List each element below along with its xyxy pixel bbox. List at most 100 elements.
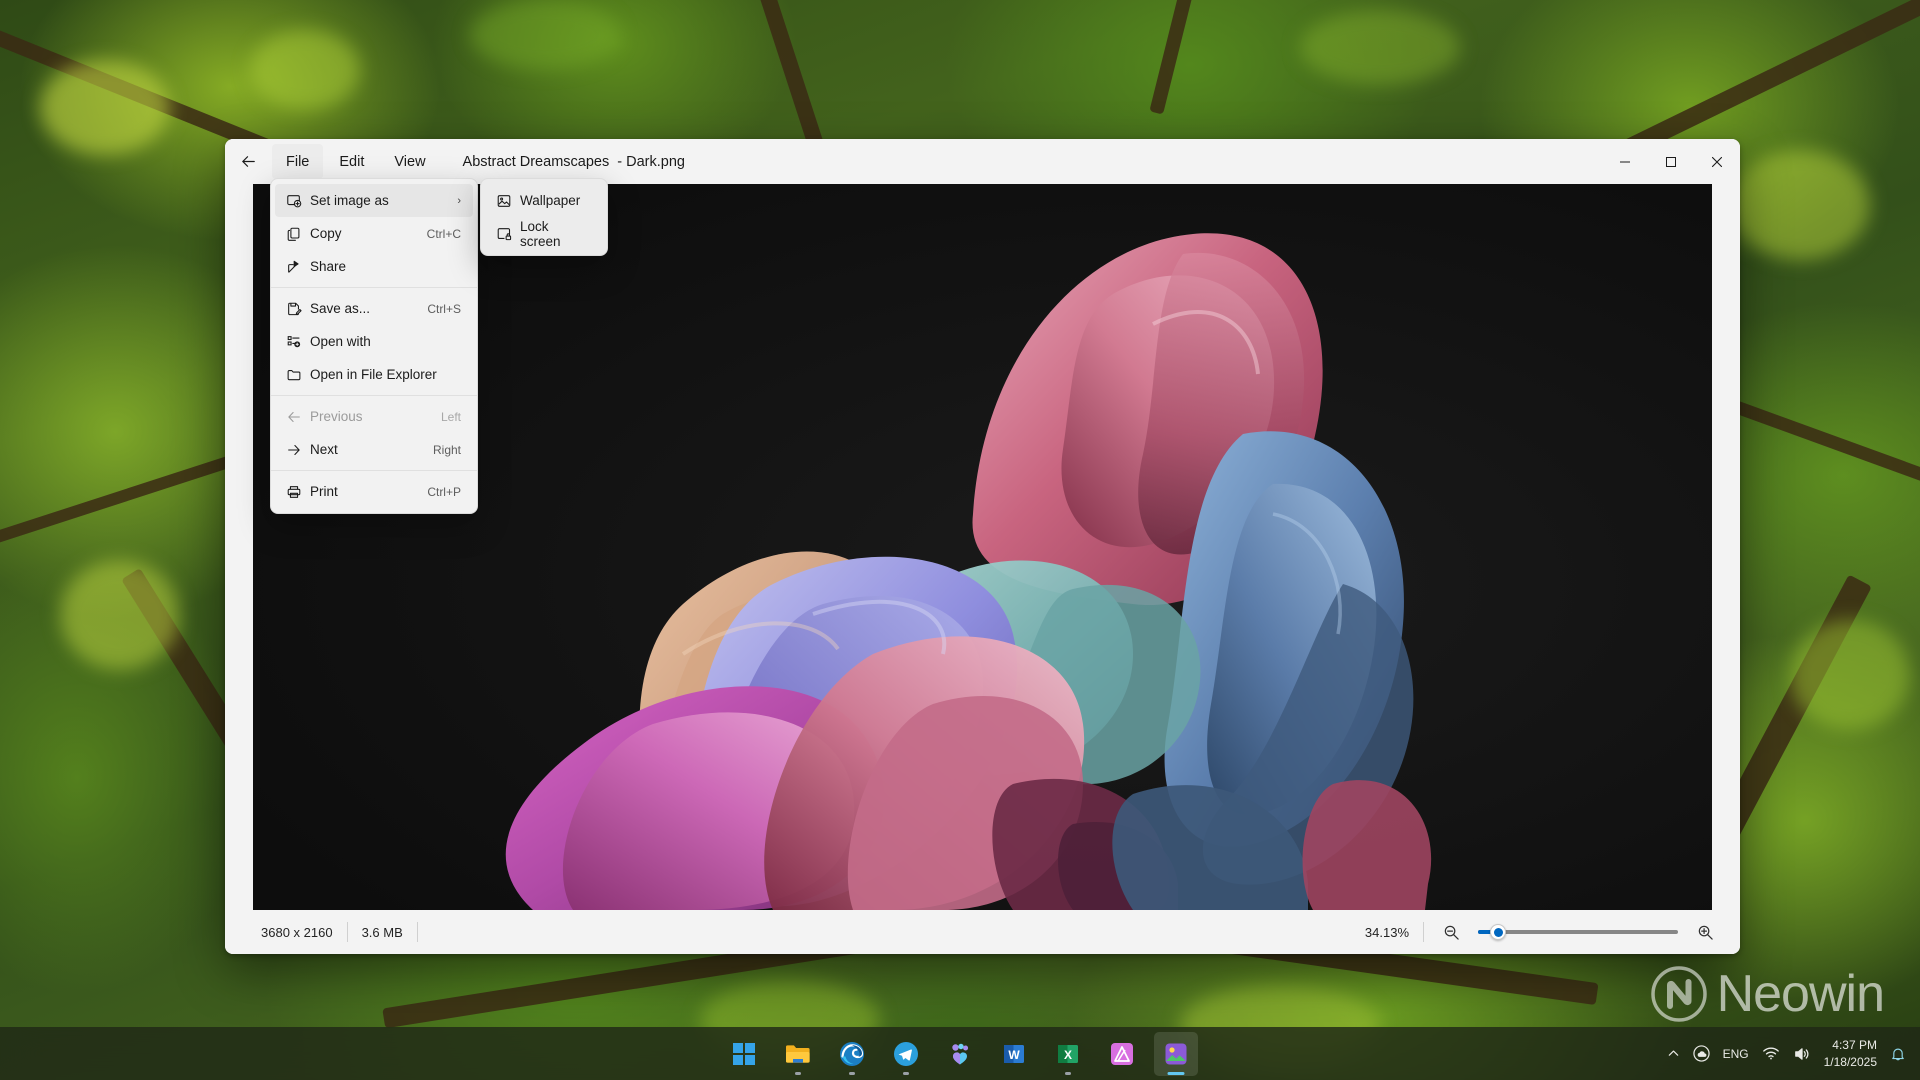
menu-item-copy[interactable]: Copy Ctrl+C [275,217,473,250]
running-indicator [849,1071,855,1075]
taskbar-item-excel[interactable]: X [1046,1032,1090,1076]
zoom-out-icon[interactable] [1438,919,1464,945]
menu-item-accelerator: Ctrl+P [427,484,461,499]
active-indicator [1167,1071,1185,1075]
leaf-cluster [1790,620,1910,730]
photos-icon [1165,1043,1187,1064]
menu-item-print[interactable]: Print Ctrl+P [275,475,473,508]
telegram-icon [894,1041,918,1066]
system-tray: ENG 4:37 PM 1/18/2025 [1667,1037,1920,1069]
copy-icon [286,226,310,242]
language-indicator[interactable]: ENG [1723,1047,1749,1061]
printer-icon [286,484,310,500]
image-file-size: 3.6 MB [361,924,403,940]
menu-item-accelerator: Ctrl+C [426,226,461,241]
tree-branch [706,0,824,148]
window-controls [1602,139,1740,184]
word-icon: W [1004,1044,1024,1063]
excel-icon: X [1058,1044,1078,1063]
submenu-item-wallpaper[interactable]: Wallpaper [485,184,603,217]
status-separator [1423,922,1424,942]
wifi-icon[interactable] [1762,1046,1780,1061]
image-dimensions: 3680 x 2160 [261,924,333,940]
leaf-cluster [60,560,180,670]
menu-separator [271,395,477,396]
menu-item-label: Copy [310,226,342,241]
menu-file-label: File [286,153,310,170]
zoom-in-icon[interactable] [1692,919,1718,945]
running-indicator [795,1071,801,1075]
menu-item-label: Print [310,484,338,499]
status-bar: 3680 x 2160 3.6 MB 34.13% [225,910,1740,954]
menu-view[interactable]: View [380,144,439,179]
running-indicator [1065,1071,1071,1075]
menu-item-set-image-as[interactable]: Set image as › [275,184,473,217]
taskbar-item-teams[interactable] [938,1032,982,1076]
chevron-right-icon: › [457,194,461,207]
onedrive-icon[interactable] [1692,1045,1710,1062]
clock-time: 4:37 PM [1832,1038,1877,1053]
submenu-item-label: Lock screen [520,218,561,249]
picture-icon [496,193,520,209]
affinity-photo-icon [1111,1042,1133,1065]
menu-edit[interactable]: Edit [325,144,378,179]
arrow-right-icon [286,442,310,458]
submenu-item-label: Wallpaper [520,193,581,208]
taskbar-item-affinity[interactable] [1100,1032,1144,1076]
taskbar-item-file-explorer[interactable] [776,1032,820,1076]
taskbar-item-edge[interactable] [830,1032,874,1076]
edge-icon [840,1041,864,1066]
taskbar-item-word[interactable]: W [992,1032,1036,1076]
menu-item-next[interactable]: Next Right [275,433,473,466]
menu-view-label: View [394,153,426,170]
submenu-item-lock-screen[interactable]: Lock screen [485,217,603,250]
tree-branch [1149,0,1231,115]
menu-item-open-with[interactable]: Open with [275,325,473,358]
close-button[interactable] [1694,139,1740,184]
svg-text:X: X [1064,1048,1072,1062]
zoom-slider[interactable] [1478,924,1678,940]
back-arrow-icon[interactable] [225,139,271,184]
maximize-button[interactable] [1648,139,1694,184]
menu-item-share[interactable]: Share [275,250,473,283]
leaf-cluster [1730,150,1870,260]
taskbar-item-photos[interactable] [1154,1031,1198,1076]
save-as-icon [286,301,310,317]
minimize-button[interactable] [1602,139,1648,184]
status-separator [416,922,418,942]
share-icon [286,259,310,275]
taskbar-item-start[interactable] [722,1032,766,1076]
menu-separator [271,470,477,471]
menu-item-open-in-file-explorer[interactable]: Open in File Explorer [275,358,473,391]
zoom-controls: 34.13% [1365,919,1718,945]
taskbar-item-telegram[interactable] [884,1032,928,1076]
clock-date: 1/18/2025 [1823,1054,1877,1069]
menu-item-previous: Previous Left [275,400,473,433]
menu-item-label: Previous [310,409,363,424]
running-indicator [903,1071,909,1075]
menu-item-accelerator: Left [440,409,461,424]
menu-item-label: Set image as [310,193,389,208]
set-image-as-submenu: Wallpaper Lock screen [480,178,608,256]
teams-icon [952,1043,969,1064]
menu-item-label: Open in File Explorer [310,367,437,382]
show-hidden-icons-chevron[interactable] [1667,1047,1680,1060]
leaf-cluster [250,30,360,110]
menu-item-label: Save as... [310,301,371,316]
menu-file[interactable]: File [272,144,324,179]
menu-item-accelerator: Ctrl+S [427,301,461,316]
leaf-cluster [1300,10,1460,85]
menu-item-label: Share [310,259,347,274]
start-icon [733,1042,755,1065]
svg-text:W: W [1008,1048,1020,1062]
clock[interactable]: 4:37 PM 1/18/2025 [1824,1037,1877,1069]
open-with-icon [286,334,310,350]
notification-bell-icon[interactable] [1890,1046,1906,1062]
menu-item-save-as[interactable]: Save as... Ctrl+S [275,292,473,325]
zoom-slider-thumb[interactable] [1490,924,1506,940]
file-explorer-icon [786,1044,810,1063]
folder-icon [286,367,310,383]
volume-icon[interactable] [1793,1046,1811,1062]
zoom-level-label: 34.13% [1364,924,1409,940]
file-menu-flyout: Set image as › Copy Ctrl+C Share Save as… [270,178,478,514]
